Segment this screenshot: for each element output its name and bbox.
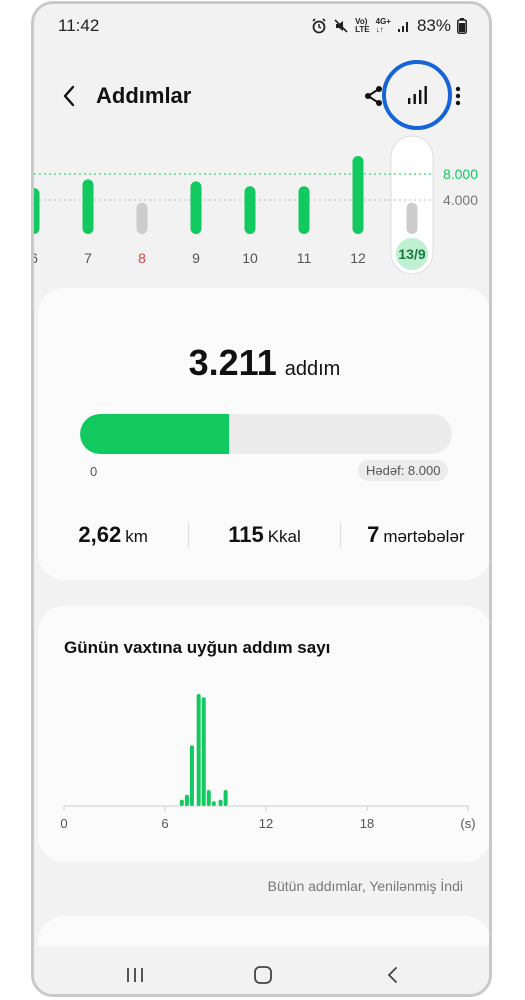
hourly-bar	[223, 790, 228, 806]
hourly-tick-label: (s)	[460, 816, 475, 831]
day-label-9: 9	[192, 250, 200, 266]
navigation-bar	[34, 946, 489, 994]
calories-stat: 115 Kkal	[189, 522, 341, 548]
chevron-left-icon	[63, 85, 75, 107]
hourly-tick-label: 0	[60, 816, 67, 831]
stats-row: 2,62 km 115 Kkal 7 mərtəbələr	[38, 522, 489, 548]
hourly-tick-label: 6	[161, 816, 168, 831]
day-bar-6[interactable]	[34, 188, 40, 234]
bar-chart-icon	[408, 86, 427, 104]
page-title: Addımlar	[96, 83, 192, 108]
hourly-tick-label: 18	[360, 816, 374, 831]
mute-icon	[333, 18, 349, 34]
progress-bar	[80, 414, 452, 454]
battery-percent: 83%	[416, 16, 451, 35]
chart-view-button[interactable]	[382, 60, 452, 130]
hourly-bar	[206, 790, 211, 806]
floors-stat: 7 mərtəbələr	[367, 522, 465, 547]
back-arrow-icon	[387, 967, 397, 983]
hourly-chart-title: Günün vaxtına uyğun addım sayı	[64, 638, 331, 657]
recent-apps-icon	[127, 968, 143, 982]
day-bar-11[interactable]	[298, 186, 310, 234]
hourly-bar	[179, 799, 184, 806]
hourly-bar	[201, 697, 206, 806]
more-options-button[interactable]	[450, 82, 466, 110]
update-status-text: Bütün addımlar, Yenilənmiş İndi	[267, 878, 463, 894]
home-button[interactable]	[248, 960, 278, 990]
day-label-12: 12	[350, 250, 366, 266]
day-label-10: 10	[242, 250, 258, 266]
hourly-steps-card[interactable]: Günün vaxtına uyğun addım sayı 0 6 12 18 (s)	[38, 606, 489, 862]
distance-stat: 2,62 km	[38, 522, 190, 548]
hourly-bar	[218, 799, 223, 806]
day-label-13/9: 13/9	[398, 246, 425, 262]
day-bar-9[interactable]	[190, 181, 202, 234]
steps-summary-card[interactable]: 3.211 addım 0 Hədəf: 8.000 2,62 km 115 Kkal…	[38, 288, 489, 580]
phone-screen: 11:42 Vo) LTE 4G+ ↓↑ 83% Addımlar 8.000 …	[31, 1, 492, 997]
back-button[interactable]	[56, 82, 84, 110]
day-bar-12[interactable]	[352, 156, 364, 234]
steps-count: 3.211	[188, 342, 277, 383]
day-label-11: 11	[297, 250, 312, 266]
battery-icon	[457, 18, 467, 34]
steps-unit: addım	[284, 358, 341, 380]
status-icons: Vo) LTE 4G+ ↓↑ 83%	[311, 16, 467, 36]
hourly-bar	[189, 745, 194, 806]
signal-icon	[397, 19, 411, 33]
recent-apps-button[interactable]	[120, 960, 150, 990]
day-bar-10[interactable]	[244, 186, 256, 234]
progress-fill	[80, 414, 229, 454]
day-label-7: 7	[84, 250, 92, 266]
day-bar-8[interactable]	[136, 202, 148, 234]
steps-total: 3.211 addım	[38, 342, 489, 384]
alarm-icon	[311, 18, 327, 34]
hourly-bar	[196, 694, 201, 806]
home-icon	[254, 966, 272, 984]
hourly-bar	[211, 801, 216, 806]
more-vertical-icon	[455, 86, 461, 106]
status-time: 11:42	[58, 16, 100, 35]
hourly-steps-chart: 0 6 12 18 (s)	[60, 694, 476, 831]
day-bar-13/9[interactable]	[406, 202, 418, 234]
goal-badge: Hədəf: 8.000	[358, 460, 449, 481]
day-label-8: 8	[138, 250, 146, 266]
volte-icon: Vo) LTE	[355, 17, 370, 34]
data-4g-icon: 4G+ ↓↑	[375, 17, 391, 34]
progress-start-label: 0	[90, 464, 98, 479]
system-back-button[interactable]	[378, 960, 408, 990]
hourly-bar	[184, 794, 189, 806]
daily-steps-chart[interactable]: 8.000 4.000 6 7 8 9 10 11 12 13/9	[34, 134, 489, 274]
hourly-tick-label: 12	[259, 816, 273, 831]
mid-axis-label: 4.000	[443, 192, 478, 208]
day-label-6: 6	[34, 250, 38, 266]
day-bar-7[interactable]	[82, 179, 94, 234]
goal-axis-label: 8.000	[443, 166, 478, 182]
